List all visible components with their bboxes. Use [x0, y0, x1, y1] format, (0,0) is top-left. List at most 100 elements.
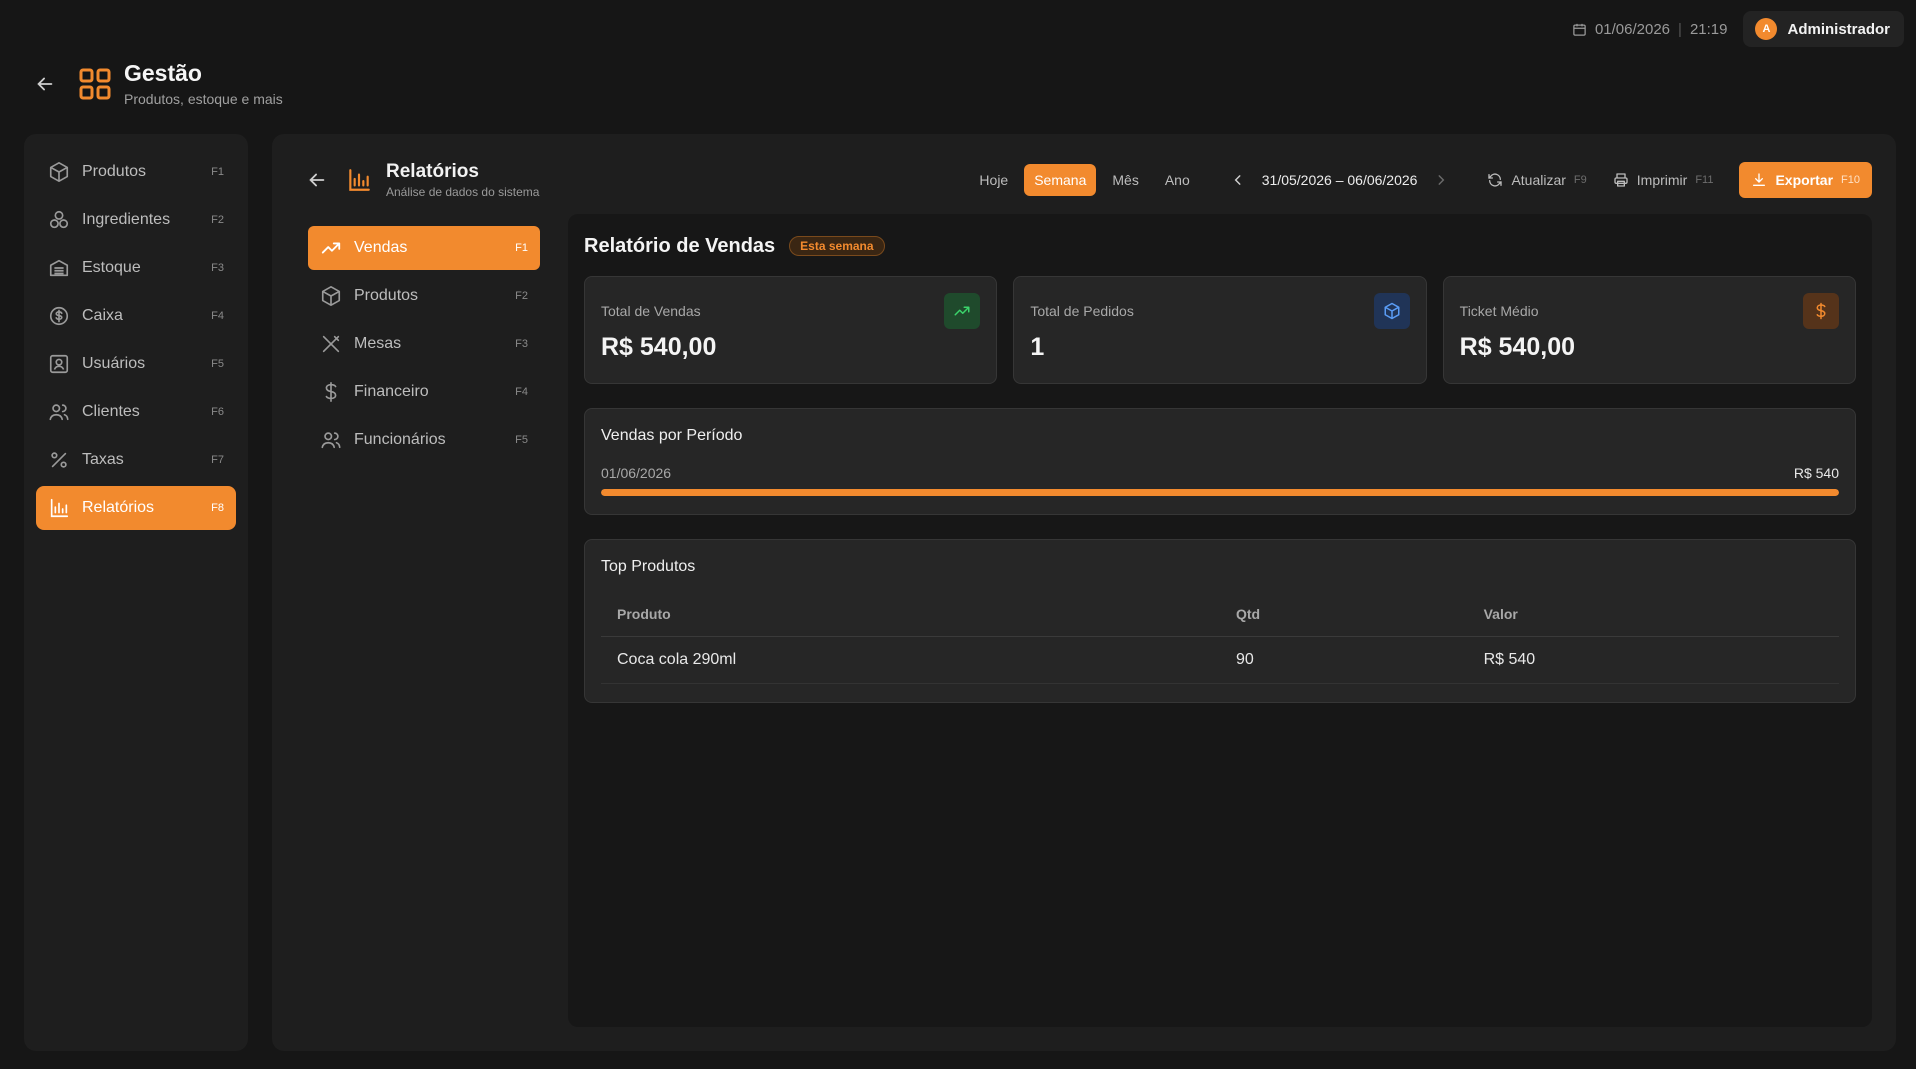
avatar: A: [1755, 18, 1778, 40]
shortcut-key: F2: [211, 214, 224, 226]
datetime-separator: |: [1678, 20, 1682, 38]
date-range-text: 31/05/2026 – 06/06/2026: [1261, 172, 1418, 188]
table-header-row: Produto Qtd Valor: [601, 592, 1839, 637]
submenu-item-funcionarios[interactable]: Funcionários F5: [308, 418, 540, 462]
shortcut-key: F8: [211, 502, 224, 514]
sidebar-item-taxas[interactable]: Taxas F7: [36, 438, 236, 482]
current-time: 21:19: [1689, 20, 1728, 38]
top-products-panel: Top Produtos Produto Qtd Valor Coca cola…: [584, 539, 1856, 703]
printer-icon: [1614, 173, 1628, 187]
sidebar-item-relatorios[interactable]: Relatórios F8: [36, 486, 236, 530]
export-label: Exportar: [1775, 172, 1834, 188]
back-button[interactable]: [30, 69, 60, 99]
period-row: 01/06/2026 R$ 540: [601, 465, 1839, 481]
previous-range-button[interactable]: [1228, 170, 1248, 190]
card-total-vendas: Total de Vendas R$ 540,00: [584, 276, 998, 384]
submenu-item-label: Financeiro: [354, 383, 429, 400]
sidebar-item-label: Taxas: [82, 451, 124, 468]
sidebar-item-caixa[interactable]: Caixa F4: [36, 294, 236, 338]
sidebar-item-clientes[interactable]: Clientes F6: [36, 390, 236, 434]
card-label: Total de Pedidos: [1030, 303, 1134, 319]
refresh-icon: [1488, 173, 1503, 187]
current-date: 01/06/2026: [1594, 20, 1671, 38]
card-value: R$ 540,00: [601, 333, 717, 361]
sidebar-item-produtos[interactable]: Produtos F1: [36, 150, 236, 194]
sidebar-item-label: Usuários: [82, 355, 146, 372]
tab-hoje[interactable]: Hoje: [969, 164, 1018, 196]
shortcut-key: F5: [515, 434, 528, 446]
sidebar-item-label: Relatórios: [82, 499, 155, 516]
shortcut-key: F4: [211, 310, 224, 322]
refresh-button[interactable]: Atualizar F9: [1487, 172, 1587, 188]
sidebar-item-label: Ingredientes: [82, 211, 171, 228]
report-title: Relatório de Vendas: [584, 234, 776, 257]
box-icon: [1373, 293, 1410, 329]
chevron-left-icon: [1234, 175, 1241, 185]
card-label: Ticket Médio: [1459, 303, 1539, 319]
tab-semana[interactable]: Semana: [1024, 164, 1097, 196]
panel-title: Top Produtos: [601, 558, 696, 575]
trending-up-icon: [944, 293, 981, 329]
report-submenu: Vendas F1 Produtos F2 Mesas F3 Financeir…: [308, 226, 540, 466]
page-subtitle: Análise de dados do sistema: [386, 185, 540, 199]
grid-icon: [78, 67, 112, 101]
shortcut-key: F3: [515, 338, 528, 350]
tab-mes[interactable]: Mês: [1102, 164, 1148, 196]
shortcut-key: F9: [1573, 174, 1587, 186]
period-date: 01/06/2026: [601, 465, 672, 481]
user-menu[interactable]: A Administrador: [1743, 11, 1904, 47]
sidebar-item-ingredientes[interactable]: Ingredientes F2: [36, 198, 236, 242]
shortcut-key: F11: [1695, 174, 1714, 186]
submenu-item-label: Vendas: [354, 239, 408, 256]
export-button[interactable]: Exportar F10: [1739, 162, 1872, 198]
user-name: Administrador: [1787, 20, 1890, 38]
app-title: Gestão: [124, 60, 202, 86]
submenu-item-label: Mesas: [354, 335, 402, 352]
dollar-icon: [320, 381, 342, 403]
report-header: Relatórios Análise de dados do sistema H…: [302, 158, 1872, 202]
column-header: Qtd: [1220, 592, 1468, 637]
box-icon: [48, 161, 70, 183]
shortcut-key: F10: [1841, 174, 1860, 186]
main-panel: Relatórios Análise de dados do sistema H…: [272, 134, 1896, 1051]
datetime: 01/06/2026 | 21:19: [1572, 20, 1728, 38]
users-icon: [48, 401, 70, 423]
summary-cards: Total de Vendas R$ 540,00 Total de Pedid…: [584, 276, 1856, 384]
product-qty: 90: [1220, 636, 1468, 684]
utensils-icon: [320, 333, 342, 355]
sidebar-item-label: Clientes: [82, 403, 140, 420]
bar-chart-icon: [48, 497, 70, 519]
period-bar-track: [601, 489, 1839, 496]
product-name: Coca cola 290ml: [601, 636, 1220, 684]
product-value: R$ 540: [1467, 636, 1839, 684]
shortcut-key: F3: [211, 262, 224, 274]
period-bar-fill: [601, 489, 1839, 496]
shortcut-key: F1: [211, 166, 224, 178]
arrow-left-icon: [37, 77, 53, 90]
top-products-table: Produto Qtd Valor Coca cola 290ml 90 R$ …: [601, 592, 1839, 684]
submenu-item-vendas[interactable]: Vendas F1: [308, 226, 540, 270]
submenu-item-financeiro[interactable]: Financeiro F4: [308, 370, 540, 414]
sidebar-item-label: Produtos: [82, 163, 147, 180]
report-content: Relatório de Vendas Esta semana Total de…: [568, 214, 1872, 1027]
print-button[interactable]: Imprimir F11: [1613, 172, 1714, 188]
card-total-pedidos: Total de Pedidos 1: [1013, 276, 1427, 384]
next-range-button[interactable]: [1431, 170, 1451, 190]
download-icon: [1753, 173, 1766, 186]
submenu-item-produtos[interactable]: Produtos F2: [308, 274, 540, 318]
period-badge: Esta semana: [789, 236, 885, 256]
tab-ano[interactable]: Ano: [1155, 164, 1200, 196]
dollar-circle-icon: [48, 305, 70, 327]
refresh-label: Atualizar: [1511, 172, 1566, 188]
column-header: Valor: [1467, 592, 1839, 637]
sidebar-item-usuarios[interactable]: Usuários F5: [36, 342, 236, 386]
report-title-row: Relatório de Vendas Esta semana: [584, 230, 1856, 262]
shortcut-key: F7: [211, 454, 224, 466]
card-value: 1: [1030, 333, 1045, 361]
chevron-right-icon: [1438, 175, 1445, 185]
report-back-button[interactable]: [302, 165, 332, 195]
sidebar-item-estoque[interactable]: Estoque F3: [36, 246, 236, 290]
submenu-item-mesas[interactable]: Mesas F3: [308, 322, 540, 366]
table-row[interactable]: Coca cola 290ml 90 R$ 540: [601, 636, 1839, 684]
user-badge-icon: [48, 353, 70, 375]
